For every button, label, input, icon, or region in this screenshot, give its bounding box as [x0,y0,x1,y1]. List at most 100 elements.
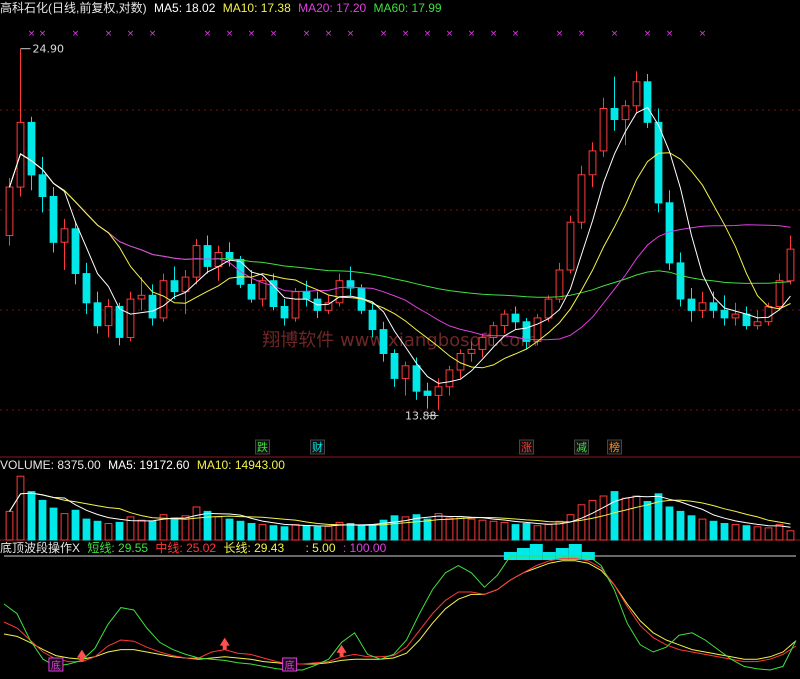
indicator-line-中线 [3,557,797,665]
volume-bar [302,525,311,541]
candle-body [742,313,751,327]
candle-body [170,280,179,293]
signal-x-mark: × [325,29,333,39]
signal-x-mark: × [380,29,388,39]
bottom-marker-label: 底 [285,659,295,672]
candle-body [291,291,300,319]
volume-bar [225,518,234,541]
volume-bar [60,513,69,541]
candle-body [423,390,432,396]
volume-bar [38,499,47,541]
candle-body [104,306,113,327]
candle-body [698,302,707,311]
signal-label-4: 减 [576,441,587,454]
candle-body [786,248,795,282]
volume-bar [588,499,597,541]
candle-body [577,174,586,223]
candle-body [181,276,190,293]
candle-body [687,298,696,311]
volume-bar [698,518,707,541]
volume-bar [324,525,333,541]
candle-body [643,81,652,123]
candle-body [38,174,47,198]
candle-body [753,321,762,327]
candle-body [610,108,619,120]
volume-bar [280,526,289,541]
candle-body [654,121,663,204]
candle-body [599,108,608,152]
volume-bar [71,509,80,541]
signal-x-mark: × [468,29,476,39]
top-zone-bar [529,544,543,560]
candle-body [434,386,443,396]
top-zone-bar [516,548,530,560]
volume-bar [423,518,432,541]
candle-body [280,306,289,319]
volume-bar [456,516,465,541]
volume-bar [82,518,91,541]
volume-bar [522,523,531,541]
volume-bar [775,524,784,541]
signal-x-mark: × [699,29,707,39]
signal-label-2: 财 [312,440,323,454]
signal-label-3: 涨 [521,441,532,454]
candle-body [137,294,146,300]
volume-bar [709,520,718,541]
signal-x-mark: × [424,29,432,39]
signal-x-mark: × [556,29,564,39]
indicator-line-短线 [3,555,797,671]
volume-bar [192,506,201,541]
candle-body [302,291,311,300]
signal-label-1: 跌 [257,440,268,454]
candle-body [775,280,784,308]
signal-x-mark: × [149,29,157,39]
top-zone-bar [568,544,582,560]
signal-x-mark: × [204,29,212,39]
candle-body [632,81,641,107]
volume-bar [665,506,674,541]
volume-bar [753,526,762,541]
high-price-label: 24.90 [33,43,65,56]
candle-body [500,313,509,327]
volume-bar [148,520,157,541]
signal-x-mark: × [28,29,36,39]
candle-body [621,105,630,121]
volume-bar [731,524,740,541]
volume-bar [478,519,487,541]
candle-body [566,221,575,271]
candle-body [511,313,520,323]
signal-x-mark: × [39,29,47,39]
volume-bar [610,491,619,541]
volume-bar [357,525,366,541]
volume-bar [742,525,751,541]
candle-body [676,262,685,300]
candle-body [544,298,553,319]
volume-bar [577,504,586,541]
candle-body [5,186,14,237]
signal-x-mark: × [446,29,454,39]
volume-bar [313,526,322,541]
volume-bar [764,527,773,541]
candle-body [71,228,80,275]
volume-bar [599,495,608,541]
signal-x-mark: × [512,29,520,39]
volume-bar [786,530,795,541]
signal-x-mark: × [611,29,619,39]
volume-bar [544,524,553,541]
signal-x-mark: × [402,29,410,39]
candle-body [192,245,201,278]
candle-body [368,309,377,330]
low-price-label: 13.88 [405,410,437,423]
signal-x-mark: × [105,29,113,39]
candle-body [49,196,58,243]
candle-body [412,365,421,392]
volume-bar [346,523,355,541]
candle-body [93,302,102,327]
candle-body [60,228,69,243]
candle-body [159,280,168,319]
candle-body [555,269,564,300]
signal-x-mark: × [72,29,80,39]
volume-bar [511,524,520,541]
volume-bar [566,514,575,541]
candle-body [720,309,729,319]
